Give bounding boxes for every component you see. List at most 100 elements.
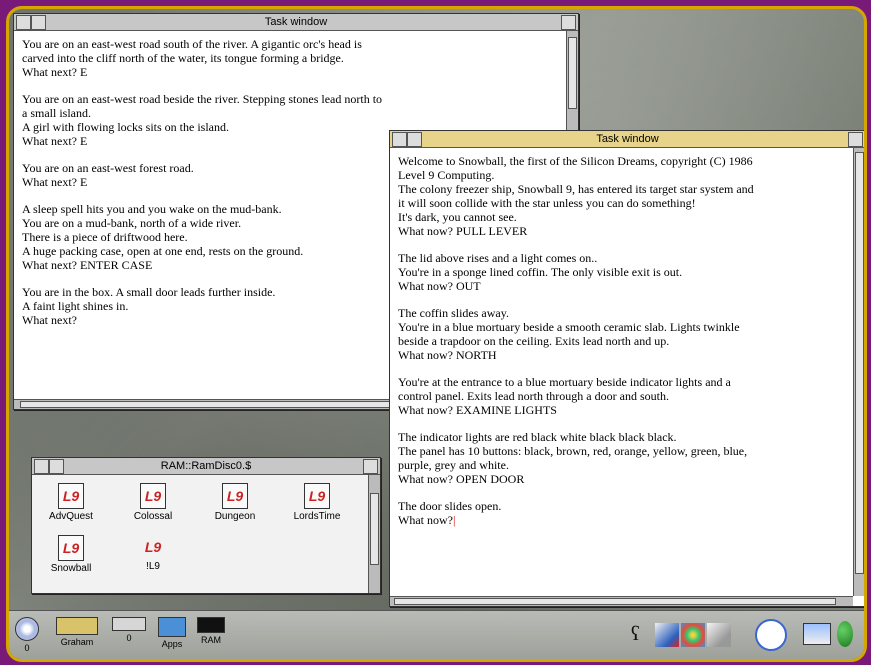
draw-icon[interactable] xyxy=(655,623,679,647)
task-manager-icon[interactable] xyxy=(837,621,853,647)
floppy-drive-icon xyxy=(112,617,146,631)
text-line: You're in a blue mortuary beside a smoot… xyxy=(398,320,740,334)
filer-title: RAM::RamDisc0.$ xyxy=(160,460,252,472)
level9-file-icon: L9 xyxy=(140,483,166,509)
edit-icon[interactable] xyxy=(707,623,731,647)
file-label: AdvQuest xyxy=(49,511,93,522)
iconbar-label: 0 xyxy=(24,643,30,653)
text-line: The lid above rises and a light comes on… xyxy=(398,251,598,265)
vertical-scrollbar[interactable] xyxy=(853,148,864,596)
text-caret: | xyxy=(452,513,456,527)
filer-contents: L9 AdvQuest L9 Colossal L9 Dungeon L9 Lo… xyxy=(32,475,368,593)
filer-titlebar[interactable]: RAM::RamDisc0.$ xyxy=(32,458,380,475)
iconbar-label: Graham xyxy=(60,637,94,647)
task-window-2[interactable]: Task window Welcome to Snowball, the fir… xyxy=(389,130,864,607)
apps-folder-icon xyxy=(158,617,186,637)
text-line: control panel. Exits lead north through … xyxy=(398,389,669,403)
file-icon-advquest[interactable]: L9 AdvQuest xyxy=(38,483,104,522)
scrollbar-thumb[interactable] xyxy=(855,152,864,574)
file-label: LordsTime xyxy=(293,511,341,522)
file-label: Dungeon xyxy=(214,511,256,522)
file-label: !L9 xyxy=(146,561,160,572)
task-window-2-title: Task window xyxy=(596,133,659,145)
text-paragraph: Welcome to Snowball, the first of the Si… xyxy=(398,154,845,238)
text-line: beside a trapdoor on the ceiling. Exits … xyxy=(398,334,670,348)
text-line: purple, grey and white. xyxy=(398,458,509,472)
level9-file-icon: L9 xyxy=(58,535,84,561)
horizontal-scrollbar[interactable] xyxy=(390,596,853,606)
close-icon[interactable] xyxy=(49,459,64,474)
text-line: It's dark, you cannot see. xyxy=(398,210,517,224)
back-icon[interactable] xyxy=(34,459,49,474)
task-window-1-titlebar[interactable]: Task window xyxy=(14,14,578,31)
iconbar-label: Apps xyxy=(161,639,183,649)
desktop: Task window You are on an east-west road… xyxy=(6,6,867,662)
file-icon-colossal[interactable]: L9 Colossal xyxy=(120,483,186,522)
display-icon[interactable] xyxy=(803,623,831,645)
file-label: Snowball xyxy=(50,563,92,574)
text-line: What now? OUT xyxy=(398,279,481,293)
scrollbar-thumb[interactable] xyxy=(370,493,379,565)
back-icon[interactable] xyxy=(392,132,407,147)
iconbar-label: 0 xyxy=(126,633,132,643)
file-icon-snowball[interactable]: L9 Snowball xyxy=(38,535,104,574)
paint-icon[interactable]: ʕ xyxy=(631,623,655,647)
app-icon-l9[interactable]: L9 !L9 xyxy=(120,535,186,572)
text-line: You are on an east-west road beside the … xyxy=(22,92,383,106)
text-line: You're in a sponge lined coffin. The onl… xyxy=(398,265,683,279)
icon-bar: 0 Graham 0 Apps RAM ʕ xyxy=(9,610,864,659)
file-label: Colossal xyxy=(133,511,173,522)
hard-disc-icon xyxy=(56,617,98,635)
text-paragraph: The coffin slides away. You're in a blue … xyxy=(398,306,845,362)
file-icon-lordstime[interactable]: L9 LordsTime xyxy=(284,483,350,522)
text-line: The indicator lights are red black white… xyxy=(398,430,677,444)
text-paragraph: The door slides open. What now?| xyxy=(398,499,845,527)
text-line: Welcome to Snowball, the first of the Si… xyxy=(398,154,753,168)
floppy-drive-icon[interactable]: 0 xyxy=(111,617,147,643)
text-line: a small island. xyxy=(22,106,91,120)
text-line: it will soon collide with the star unles… xyxy=(398,196,696,210)
text-line: The coffin slides away. xyxy=(398,306,509,320)
text-line: What now?| xyxy=(398,513,456,527)
task-window-2-titlebar[interactable]: Task window xyxy=(390,131,864,148)
task-window-2-text[interactable]: Welcome to Snowball, the first of the Si… xyxy=(390,148,853,596)
hard-disc-icon[interactable]: Graham xyxy=(53,617,101,647)
level9-file-icon: L9 xyxy=(222,483,248,509)
scrollbar-thumb[interactable] xyxy=(394,598,836,605)
text-line: What now? PULL LEVER xyxy=(398,224,528,238)
disc-icon[interactable]: 0 xyxy=(15,617,39,653)
toggle-size-icon[interactable] xyxy=(561,15,576,30)
text-line: The colony freezer ship, Snowball 9, has… xyxy=(398,182,754,196)
close-icon[interactable] xyxy=(31,15,46,30)
palette-icon[interactable] xyxy=(681,623,705,647)
text-paragraph: You're at the entrance to a blue mortuar… xyxy=(398,375,845,417)
text-line: The door slides open. xyxy=(398,499,502,513)
vertical-scrollbar[interactable] xyxy=(368,475,380,593)
clock-icon[interactable] xyxy=(755,619,787,651)
text-line: You are on an east-west road south of th… xyxy=(22,37,362,51)
toggle-size-icon[interactable] xyxy=(848,132,863,147)
apps-icon[interactable]: Apps xyxy=(155,617,189,649)
text-line: carved into the cliff north of the water… xyxy=(22,51,344,65)
level9-app-icon: L9 xyxy=(144,539,162,555)
text-line: What now? EXAMINE LIGHTS xyxy=(398,403,557,417)
text-paragraph: The indicator lights are red black white… xyxy=(398,430,845,486)
ram-disc-icon[interactable]: RAM xyxy=(195,617,227,645)
text-line: You're at the entrance to a blue mortuar… xyxy=(398,375,731,389)
text-line: Level 9 Computing. xyxy=(398,168,495,182)
text-line: The panel has 10 buttons: black, brown, … xyxy=(398,444,748,458)
ram-chip-icon xyxy=(197,617,225,633)
file-icon-dungeon[interactable]: L9 Dungeon xyxy=(202,483,268,522)
text-line: What next? E xyxy=(22,65,88,79)
close-icon[interactable] xyxy=(407,132,422,147)
toggle-size-icon[interactable] xyxy=(363,459,378,474)
back-icon[interactable] xyxy=(16,15,31,30)
text-paragraph: You are on an east-west road south of th… xyxy=(22,37,558,79)
text-paragraph: The lid above rises and a light comes on… xyxy=(398,251,845,293)
filer-window[interactable]: RAM::RamDisc0.$ L9 AdvQuest L9 Colossal … xyxy=(31,457,381,594)
text-line: What now? OPEN DOOR xyxy=(398,472,525,486)
task-window-1-title: Task window xyxy=(264,16,328,28)
text-line: What now? NORTH xyxy=(398,348,497,362)
scrollbar-thumb[interactable] xyxy=(568,37,577,109)
level9-file-icon: L9 xyxy=(304,483,330,509)
